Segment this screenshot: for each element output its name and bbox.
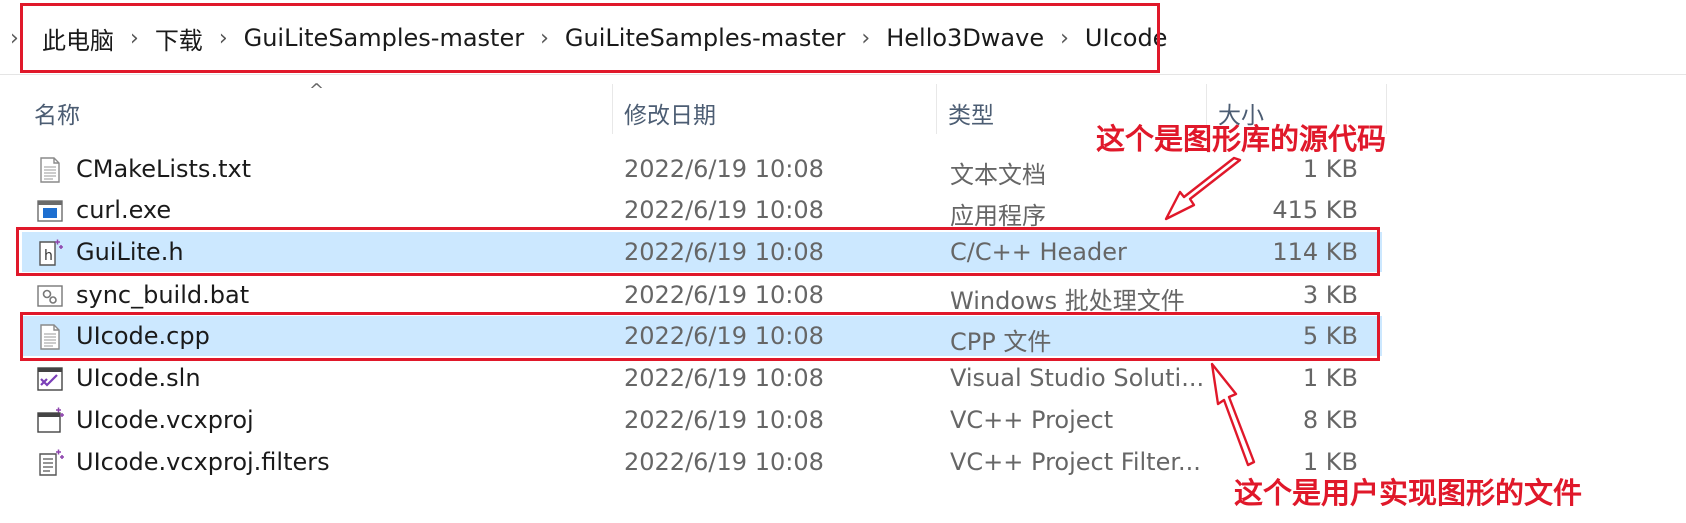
annotation-arrows <box>1164 156 1256 467</box>
annotation-arrow-bottom <box>1210 362 1256 467</box>
annotation-arrow-top <box>1164 156 1242 221</box>
